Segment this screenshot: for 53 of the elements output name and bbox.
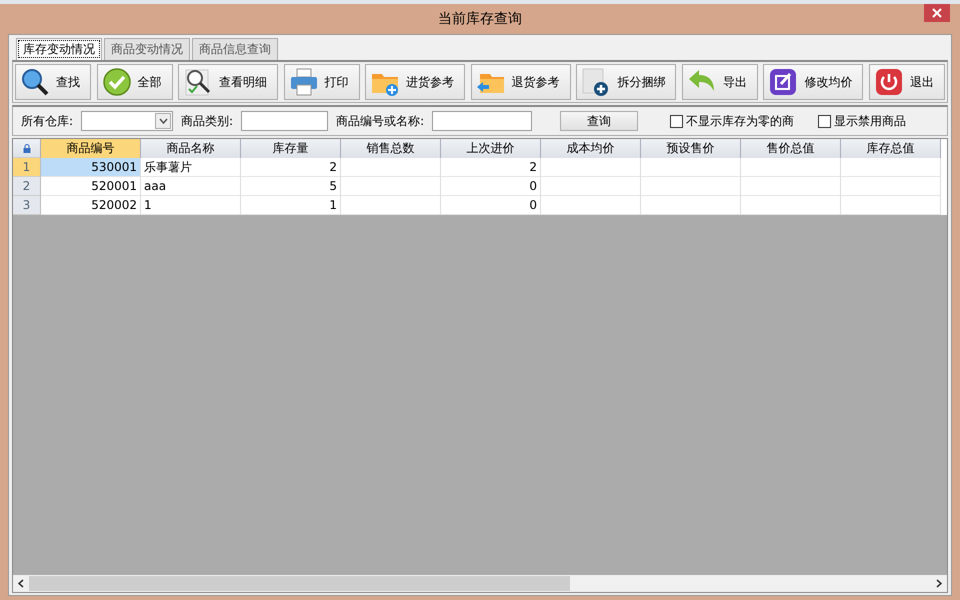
- printer-icon: [288, 67, 319, 97]
- toolbar-button[interactable]: 进货参考: [365, 64, 466, 100]
- table-cell: 0: [441, 196, 541, 215]
- caret-icon: [155, 113, 172, 129]
- code-field[interactable]: [432, 111, 532, 131]
- toolbar-button[interactable]: 打印: [284, 64, 360, 100]
- toolbar-button[interactable]: 拆分捆绑: [576, 64, 676, 100]
- close-button[interactable]: [924, 4, 950, 22]
- pencil-square-icon: [768, 67, 798, 97]
- column-header[interactable]: 预设售价: [641, 139, 741, 158]
- toolbar-button[interactable]: 退出: [868, 64, 945, 100]
- column-header[interactable]: 成本均价: [541, 139, 641, 158]
- row-number: 1: [13, 158, 41, 177]
- column-header[interactable]: 商品编号: [41, 139, 141, 158]
- tab[interactable]: 商品信息查询: [192, 38, 278, 60]
- toolbar-button[interactable]: 查看明细: [178, 64, 278, 100]
- power-icon: [874, 67, 904, 97]
- category-field[interactable]: [241, 111, 328, 131]
- close-icon: [932, 8, 942, 18]
- toolbar-button[interactable]: 退货参考: [470, 64, 571, 100]
- toolbar-button[interactable]: 查找: [15, 64, 91, 100]
- column-header[interactable]: 销售总数: [341, 139, 441, 158]
- row-number: 2: [13, 177, 41, 196]
- window-title: 当前库存查询: [438, 10, 522, 28]
- toolbar-button[interactable]: 导出: [682, 64, 758, 100]
- tab[interactable]: 库存变动情况: [16, 38, 102, 60]
- search-icon: [20, 67, 50, 97]
- checkbox-label: 显示禁用商品: [834, 112, 906, 130]
- table-cell: 1: [241, 196, 341, 215]
- category-label: 商品类别:: [181, 112, 234, 130]
- checkbox[interactable]: [818, 114, 832, 128]
- toolbar-button[interactable]: 全部: [96, 64, 173, 100]
- lock-icon: [13, 139, 41, 158]
- scrollbar-thumb[interactable]: [29, 576, 570, 591]
- checkbox[interactable]: [670, 114, 684, 128]
- column-header[interactable]: 商品名称: [141, 139, 241, 158]
- tab[interactable]: 商品变动情况: [104, 38, 190, 60]
- column-header[interactable]: 上次进价: [441, 139, 541, 158]
- table-cell: 1: [141, 196, 241, 215]
- warehouse-dropdown[interactable]: [81, 111, 174, 131]
- warehouse-label: 所有仓库:: [21, 112, 74, 130]
- table-cell: 520002: [41, 196, 141, 215]
- toolbar-button[interactable]: 修改均价: [763, 64, 864, 100]
- query-button[interactable]: 查询: [560, 111, 638, 131]
- checkbox-label: 不显示库存为零的商: [686, 112, 794, 130]
- code-label: 商品编号或名称:: [336, 112, 424, 130]
- column-header[interactable]: 库存量: [241, 139, 341, 158]
- row-number: 3: [13, 196, 41, 215]
- column-header[interactable]: 库存总值: [841, 139, 941, 158]
- horizontal-scrollbar[interactable]: [13, 575, 947, 592]
- check-icon: [102, 67, 132, 97]
- column-header[interactable]: 售价总值: [741, 139, 841, 158]
- table-cell: 530001: [41, 158, 141, 177]
